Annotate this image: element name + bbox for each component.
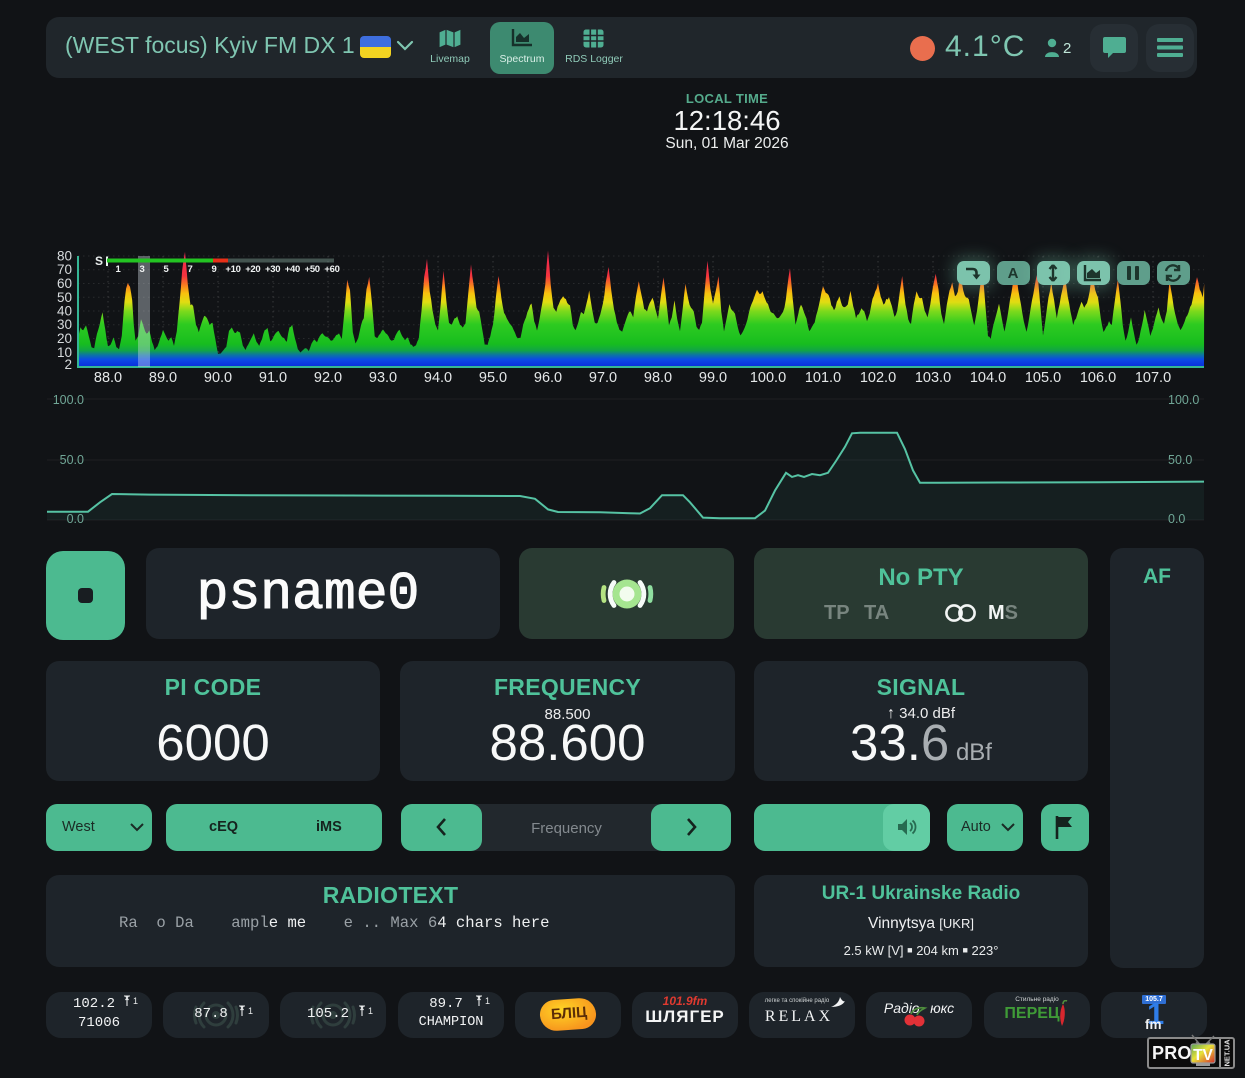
- svg-text:103.0: 103.0: [915, 370, 951, 386]
- svg-text:96.0: 96.0: [534, 370, 562, 386]
- svg-text:TV: TV: [1193, 1047, 1213, 1064]
- svg-text:40: 40: [57, 304, 72, 319]
- svg-text:95.0: 95.0: [479, 370, 507, 386]
- svg-text:+20: +20: [245, 264, 260, 275]
- svg-text:99.0: 99.0: [699, 370, 727, 386]
- svg-text:S: S: [95, 254, 103, 268]
- svg-text:94.0: 94.0: [424, 370, 452, 386]
- svg-text:+60: +60: [324, 264, 339, 275]
- svg-text:98.0: 98.0: [644, 370, 672, 386]
- svg-text:20: 20: [57, 331, 72, 346]
- svg-text:9: 9: [212, 264, 217, 275]
- svg-text:80: 80: [57, 249, 72, 264]
- svg-text:2: 2: [64, 357, 72, 372]
- svg-text:30: 30: [57, 317, 72, 332]
- svg-text:+10: +10: [225, 264, 240, 275]
- svg-text:1: 1: [133, 996, 138, 1006]
- svg-text:100.0: 100.0: [750, 370, 786, 386]
- svg-text:60: 60: [57, 276, 72, 291]
- svg-text:1: 1: [116, 264, 122, 275]
- svg-text:102.0: 102.0: [860, 370, 896, 386]
- svg-text:107.0: 107.0: [1135, 370, 1171, 386]
- svg-text:89.0: 89.0: [149, 370, 177, 386]
- svg-text:88.0: 88.0: [94, 370, 122, 386]
- svg-text:A: A: [1008, 265, 1019, 282]
- svg-text:50: 50: [57, 290, 72, 305]
- svg-text:7: 7: [188, 264, 193, 275]
- svg-text:104.0: 104.0: [970, 370, 1006, 386]
- svg-text:1: 1: [368, 1006, 373, 1016]
- svg-text:101.0: 101.0: [805, 370, 841, 386]
- svg-text:106.0: 106.0: [1080, 370, 1116, 386]
- svg-text:70: 70: [57, 262, 72, 277]
- svg-text:+40: +40: [285, 264, 300, 275]
- svg-text:92.0: 92.0: [314, 370, 342, 386]
- svg-text:+30: +30: [265, 264, 280, 275]
- svg-text:97.0: 97.0: [589, 370, 617, 386]
- svg-text:50.0: 50.0: [1168, 453, 1192, 467]
- svg-text:105.0: 105.0: [1025, 370, 1061, 386]
- svg-text:3: 3: [140, 264, 145, 275]
- svg-text:100.0: 100.0: [1168, 393, 1199, 407]
- svg-text:91.0: 91.0: [259, 370, 287, 386]
- svg-text:50.0: 50.0: [60, 453, 84, 467]
- svg-text:100.0: 100.0: [53, 393, 84, 407]
- svg-text:1: 1: [485, 996, 490, 1006]
- svg-text:93.0: 93.0: [369, 370, 397, 386]
- svg-text:+50: +50: [305, 264, 320, 275]
- svg-text:1: 1: [248, 1006, 253, 1016]
- svg-text:90.0: 90.0: [204, 370, 232, 386]
